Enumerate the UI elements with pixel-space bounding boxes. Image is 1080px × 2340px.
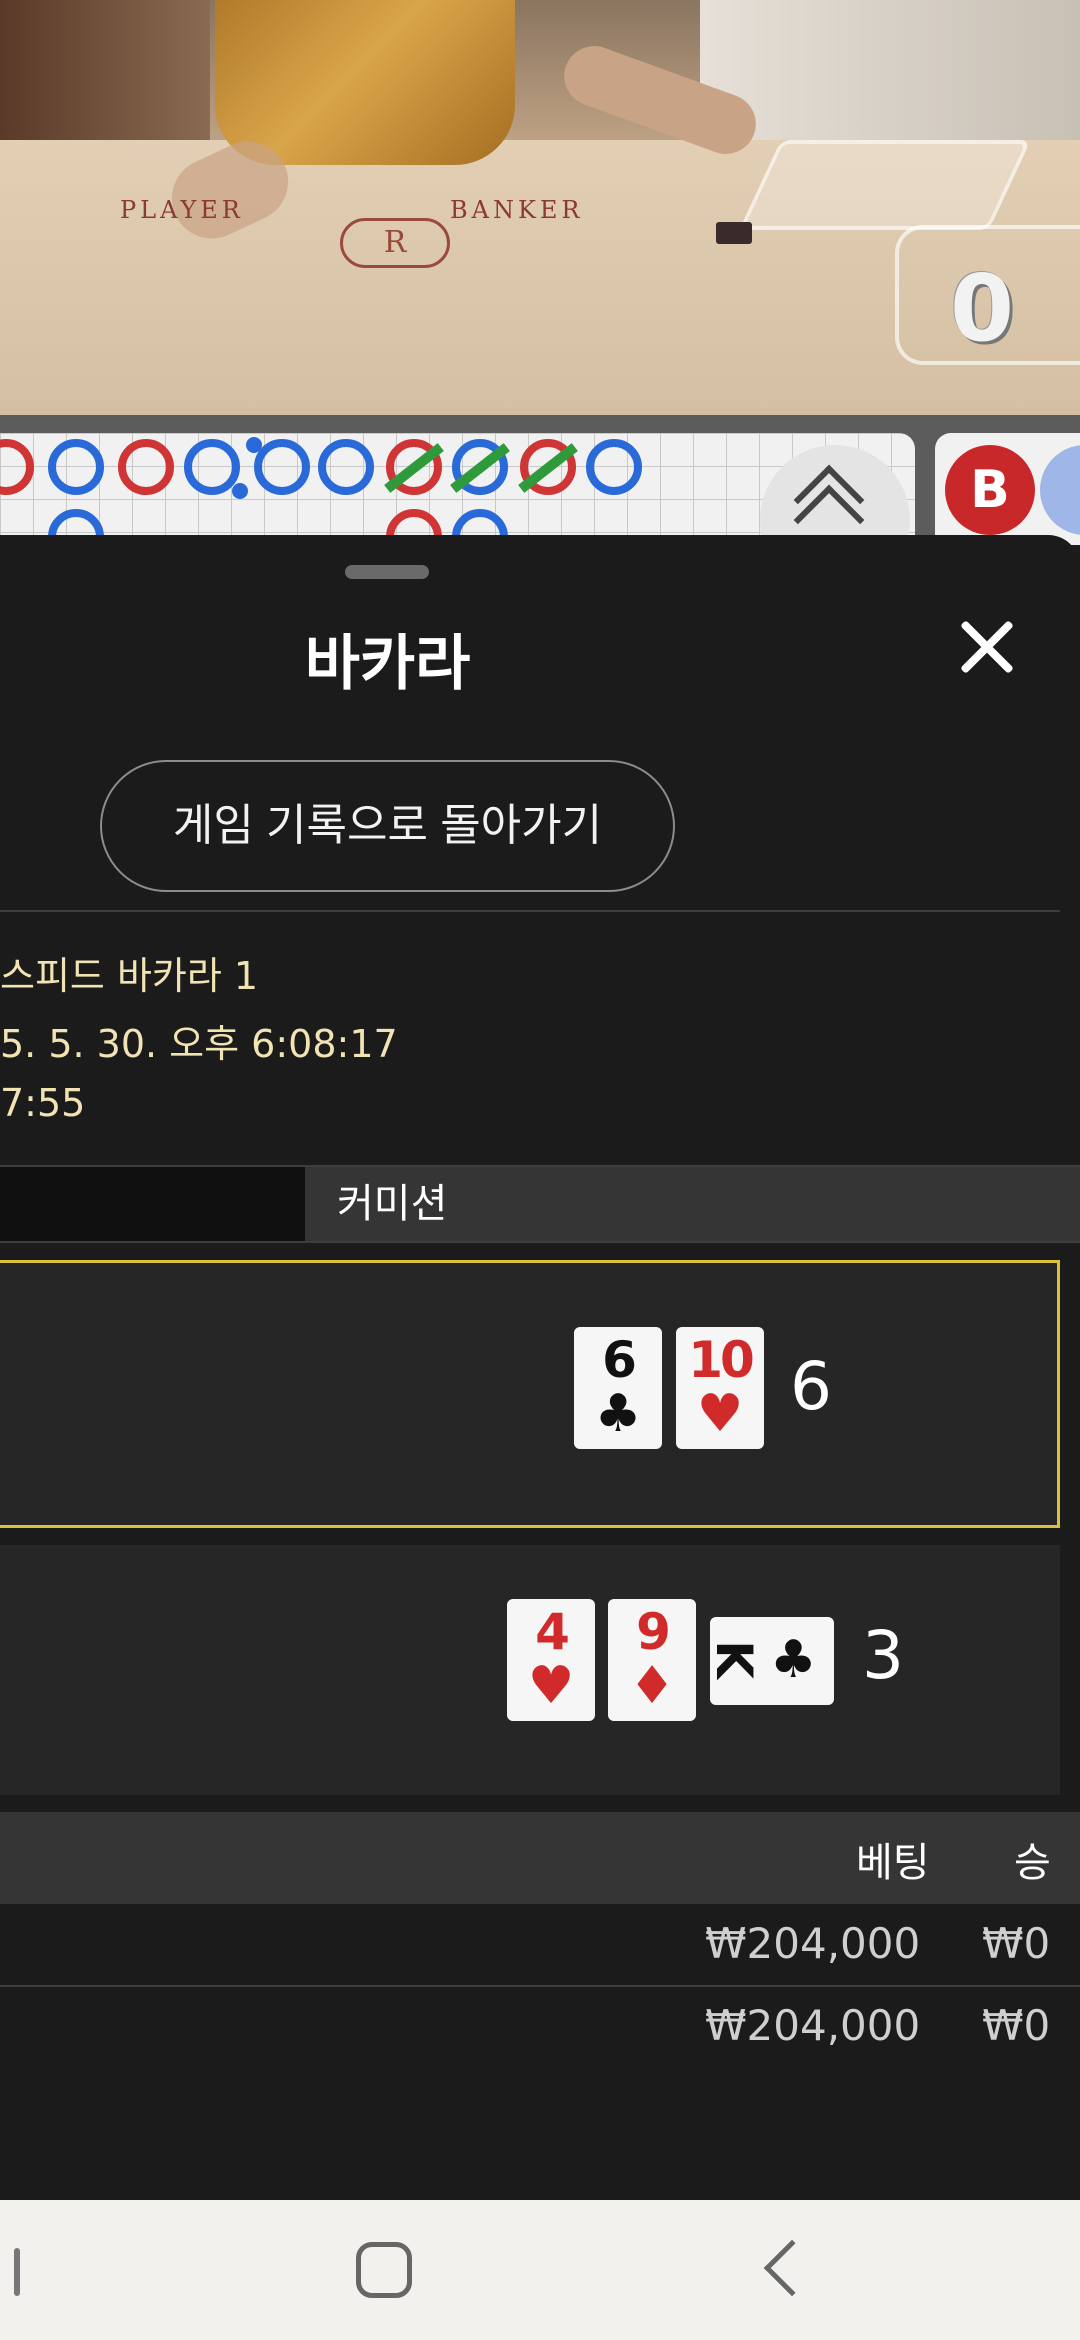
round-duration: 7:55 xyxy=(0,1081,86,1125)
playing-card: 6 ♣ xyxy=(574,1327,662,1449)
table-name: 스피드 바카라 1 xyxy=(0,954,259,998)
tab-result[interactable] xyxy=(0,1167,305,1241)
video-background xyxy=(0,0,210,150)
close-icon[interactable] xyxy=(955,615,1019,679)
card-rank: K xyxy=(704,1640,763,1676)
road-dot xyxy=(246,437,262,453)
player-total: 6 xyxy=(790,1348,832,1425)
playing-card: 10 ♥ xyxy=(676,1327,764,1449)
road-marker-banker xyxy=(118,439,174,495)
dealt-card xyxy=(716,222,752,244)
player-hand: 6 ♣ 10 ♥ 6 xyxy=(0,1260,1060,1528)
system-navigation-bar xyxy=(0,2200,1080,2340)
road-marker-player xyxy=(184,439,240,495)
heart-icon: ♥ xyxy=(696,1384,744,1444)
road-marker-player xyxy=(586,439,642,495)
playing-card: 9 ♦ xyxy=(608,1599,696,1721)
card-rank: 9 xyxy=(636,1603,671,1661)
live-video: PLAYER BANKER R 0 xyxy=(0,0,1080,415)
banker-total: 3 xyxy=(862,1617,904,1694)
back-icon[interactable] xyxy=(763,2239,821,2297)
banker-hand: 4 ♥ 9 ♦ K ♣ 3 xyxy=(0,1545,1060,1795)
table-label-player: PLAYER xyxy=(120,196,244,224)
table-row: ₩204,000 ₩0 xyxy=(0,1989,1080,2069)
diamond-icon: ♦ xyxy=(628,1656,676,1716)
tab-commission[interactable]: 커미션 xyxy=(307,1167,1080,1241)
playing-card-sideways: K ♣ xyxy=(705,1617,834,1705)
win-amount: ₩0 xyxy=(982,2001,1051,2050)
back-to-history-button[interactable]: 게임 기록으로 돌아가기 xyxy=(100,760,675,892)
video-background-right xyxy=(700,0,1080,150)
sheet-title: 바카라 xyxy=(304,629,471,699)
table-row: ₩204,000 ₩0 xyxy=(0,1907,1080,1987)
bets-table-header: 베팅 승 xyxy=(0,1812,1080,1904)
card-counter: 0 xyxy=(950,255,1015,362)
club-icon: ♣ xyxy=(594,1384,642,1444)
card-rank: 4 xyxy=(535,1603,570,1661)
road-marker-player xyxy=(318,439,374,495)
column-header-bet: 베팅 xyxy=(856,1840,930,1886)
roadmap-bar[interactable]: B xyxy=(0,415,1080,595)
club-icon: ♣ xyxy=(770,1630,817,1690)
sheet-drag-handle[interactable] xyxy=(345,565,429,579)
table-label-banker: BANKER xyxy=(450,196,584,224)
bet-amount: ₩204,000 xyxy=(705,1919,921,1968)
road-marker-player xyxy=(254,439,310,495)
banker-chip: B xyxy=(945,445,1035,535)
road-marker-player xyxy=(48,439,104,495)
bet-amount: ₩204,000 xyxy=(705,2001,921,2050)
playing-card: 4 ♥ xyxy=(507,1599,595,1721)
card-rank: 6 xyxy=(602,1331,637,1389)
card-shoe xyxy=(739,140,1031,230)
card-rank: 10 xyxy=(688,1331,755,1389)
win-amount: ₩0 xyxy=(982,1919,1051,1968)
dealer xyxy=(215,0,515,165)
divider xyxy=(0,910,1060,912)
heart-icon: ♥ xyxy=(527,1656,575,1716)
game-history-sheet: 바카라 게임 기록으로 돌아가기 스피드 바카라 1 5. 5. 30. 오후 … xyxy=(0,535,1080,2200)
road-dot xyxy=(232,483,248,499)
casino-logo: R xyxy=(340,218,450,268)
result-tabs: 커미션 xyxy=(0,1165,1080,1243)
recent-apps-icon[interactable] xyxy=(14,2248,20,2296)
column-header-win: 승 xyxy=(1014,1840,1051,1886)
round-datetime: 5. 5. 30. 오후 6:08:17 xyxy=(0,1022,398,1066)
home-icon[interactable] xyxy=(356,2242,412,2298)
road-marker-banker xyxy=(0,439,34,495)
